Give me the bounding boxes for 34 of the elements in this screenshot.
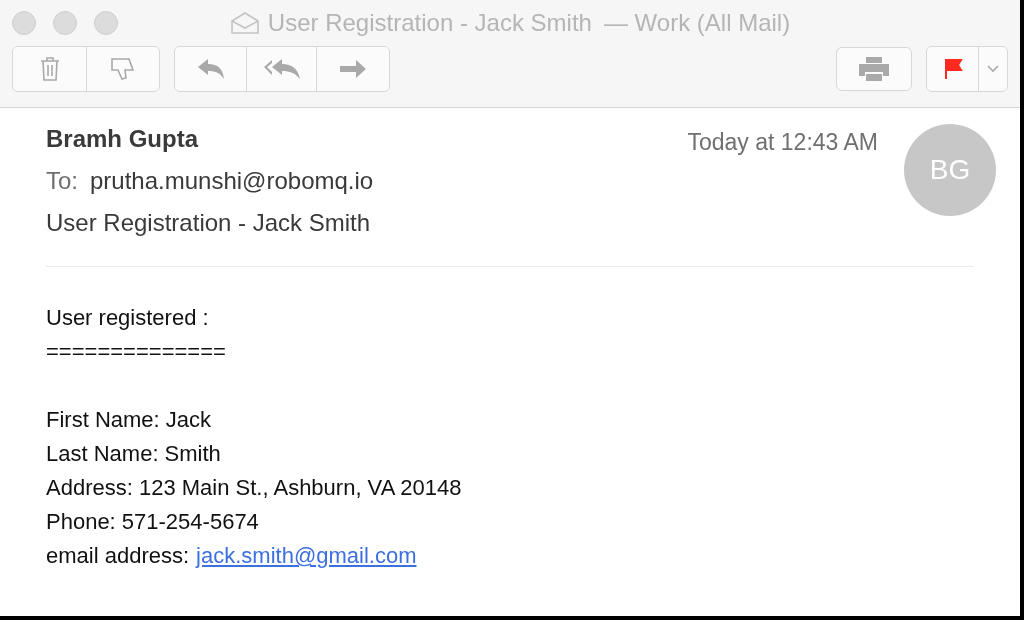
window-title: User Registration - Jack Smith <box>267 8 592 38</box>
flag-menu-button[interactable] <box>979 47 1007 91</box>
body-text: email address: <box>46 542 190 570</box>
message-subject: User Registration - Jack Smith <box>46 208 372 238</box>
forward-button[interactable] <box>317 47 389 91</box>
arrow-right-icon <box>338 58 368 80</box>
window-control-icon[interactable] <box>53 11 77 35</box>
window-control-icon[interactable] <box>12 11 36 35</box>
junk-button[interactable] <box>87 47 159 91</box>
trash-icon <box>39 56 60 82</box>
flag-button[interactable] <box>927 47 979 91</box>
flag-icon <box>942 58 963 80</box>
sender-avatar: BG <box>904 124 996 216</box>
reply-all-button[interactable] <box>247 47 317 91</box>
sender-name: Bramh Gupta <box>46 124 200 154</box>
recipient-address: prutha.munshi@robomq.io <box>90 166 374 196</box>
body-text: Address: 123 Main St., Ashburn, VA 20148 <box>46 474 462 502</box>
printer-icon <box>857 56 891 82</box>
print-button[interactable] <box>836 47 912 91</box>
message-date: Today at 12:43 AM <box>687 128 878 157</box>
envelope-icon <box>229 11 260 35</box>
body-text: Last Name: Smith <box>46 440 221 468</box>
body-text: Phone: 571-254-5674 <box>46 508 259 536</box>
body-text: First Name: Jack <box>46 406 212 434</box>
window-control-icon[interactable] <box>94 11 118 35</box>
chevron-down-icon <box>987 65 999 73</box>
reply-button[interactable] <box>175 47 247 91</box>
body-text: User registered : <box>46 304 209 332</box>
thumbs-down-icon <box>109 56 137 82</box>
to-label: To: <box>46 166 78 196</box>
delete-button[interactable] <box>13 47 87 91</box>
body-text: ============== <box>46 338 226 366</box>
email-link[interactable]: jack.smith@gmail.com <box>196 539 417 573</box>
mailbox-name: — Work (All Mail) <box>603 8 791 38</box>
